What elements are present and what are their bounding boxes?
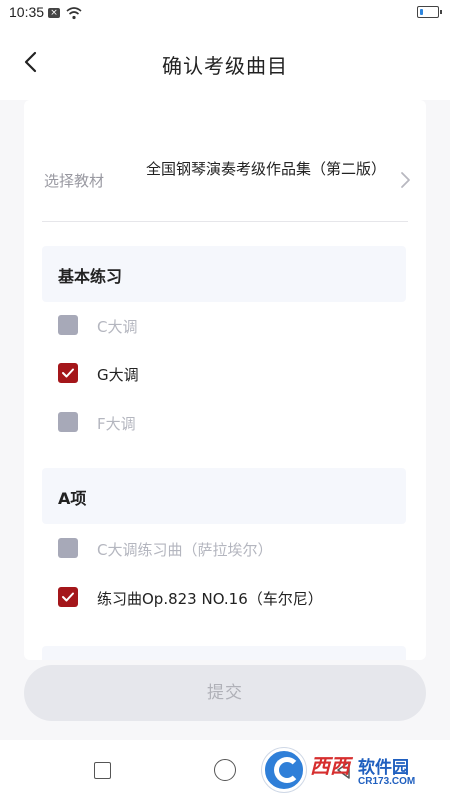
- watermark-url: CR173.COM: [358, 776, 416, 787]
- textbook-label: 选择教材: [44, 172, 105, 190]
- app-header: 确认考级曲目: [0, 26, 450, 100]
- checkbox[interactable]: [58, 363, 78, 383]
- watermark-logo: 西西 软件园 CR173.COM: [262, 748, 438, 794]
- home-icon[interactable]: [214, 759, 236, 781]
- piece-item[interactable]: C大调练习曲（萨拉埃尔）: [42, 531, 406, 567]
- piece-label: G大调: [97, 366, 139, 384]
- piece-label: C大调: [97, 318, 138, 336]
- sim-x-icon: ×: [48, 8, 60, 18]
- piece-item[interactable]: 练习曲Op.823 NO.16（车尔尼）: [42, 580, 406, 616]
- check-icon: [62, 368, 74, 378]
- watermark-subtitle: 软件园: [358, 758, 409, 778]
- recent-apps-icon[interactable]: [94, 762, 111, 779]
- watermark-title: 西西: [310, 754, 350, 778]
- textbook-value: 全国钢琴演奏考级作品集（第二版）: [146, 160, 387, 178]
- next-section-header: [42, 646, 406, 660]
- piece-label: F大调: [97, 415, 136, 433]
- section-title: 基本练习: [58, 267, 123, 286]
- watermark-badge-icon: [262, 748, 306, 792]
- page-title: 确认考级曲目: [162, 54, 288, 78]
- battery-level: [419, 8, 423, 15]
- checkbox[interactable]: [58, 412, 78, 432]
- submit-button[interactable]: 提交: [24, 665, 426, 721]
- piece-item[interactable]: C大调: [42, 308, 406, 344]
- checkbox[interactable]: [58, 587, 78, 607]
- battery-icon: [417, 6, 442, 18]
- check-icon: [62, 592, 74, 602]
- checkbox[interactable]: [58, 538, 78, 558]
- chevron-right-icon: [398, 170, 412, 194]
- textbook-selector[interactable]: 选择教材 全国钢琴演奏考级作品集（第二版）: [42, 100, 410, 222]
- piece-item[interactable]: F大调: [42, 405, 406, 441]
- status-time: 10:35: [9, 4, 45, 20]
- piece-item[interactable]: G大调: [42, 356, 406, 392]
- piece-label: 练习曲Op.823 NO.16（车尔尼）: [97, 590, 323, 608]
- checkbox[interactable]: [58, 315, 78, 335]
- piece-label: C大调练习曲（萨拉埃尔）: [97, 541, 273, 559]
- section-header-basic: 基本练习: [42, 246, 406, 302]
- exam-pieces-card: 选择教材 全国钢琴演奏考级作品集（第二版） 基本练习 C大调 G大调 F大调 A…: [24, 100, 426, 660]
- wifi-icon: [66, 5, 82, 24]
- section-title: A项: [58, 489, 87, 508]
- status-bar: 10:35 ×: [0, 0, 450, 26]
- section-header-a: A项: [42, 468, 406, 524]
